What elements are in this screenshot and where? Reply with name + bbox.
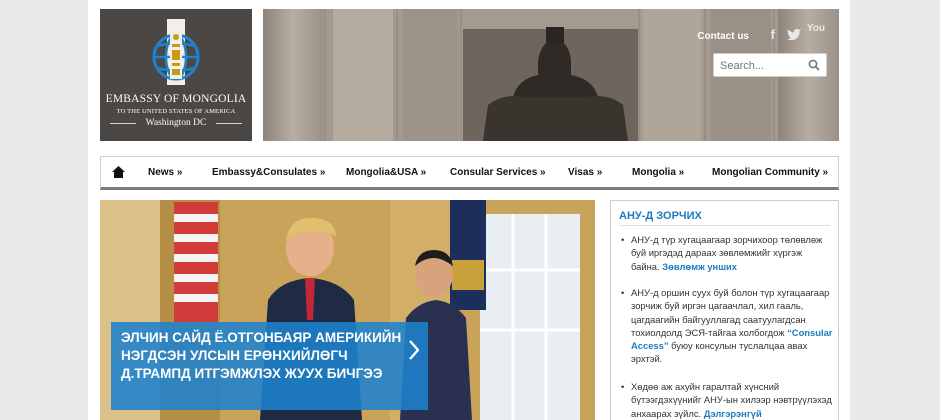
- logo-subtitle: TO THE UNITED STATES OF AMERICA: [116, 108, 236, 115]
- embassy-logo[interactable]: EMBASSY OF MONGOLIA TO THE UNITED STATES…: [100, 9, 252, 141]
- main-navigation: News » Embassy&Consulates » Mongolia&USA…: [100, 156, 839, 190]
- home-icon[interactable]: [112, 166, 125, 178]
- page-container: EMBASSY OF MONGOLIA TO THE UNITED STATES…: [88, 0, 850, 420]
- list-item: • АНУ-д түр хугацаагаар зорчихоор төлөвл…: [621, 233, 833, 273]
- panel-divider: [619, 225, 830, 226]
- slider-caption-text: ЭЛЧИН САЙД Ё.ОТГОНБАЯР АМЕРИКИЙН НЭГДСЭН…: [121, 330, 402, 381]
- youtube-icon[interactable]: You: [807, 23, 825, 34]
- list-item-link[interactable]: Дэлгэрэнгүй: [704, 408, 762, 419]
- bullet-icon: •: [621, 287, 625, 298]
- list-item-link[interactable]: Зөвлөмж унших: [662, 261, 737, 272]
- nav-item-consular-services[interactable]: Consular Services »: [450, 167, 546, 178]
- logo-title: EMBASSY OF MONGOLIA: [105, 93, 247, 105]
- header-banner: Contact us f You: [263, 9, 839, 141]
- search-box[interactable]: [713, 53, 827, 77]
- bullet-icon: •: [621, 381, 625, 392]
- nav-item-visas[interactable]: Visas »: [568, 167, 602, 178]
- twitter-icon[interactable]: [787, 29, 801, 40]
- nav-item-mongolia[interactable]: Mongolia »: [632, 167, 684, 178]
- search-input[interactable]: [720, 57, 804, 74]
- list-item: • АНУ-д оршин суух буй болон түр хугацаа…: [621, 286, 833, 366]
- bullet-icon: •: [621, 234, 625, 245]
- soyombo-globe-emblem-icon: [152, 19, 200, 85]
- search-icon[interactable]: [808, 59, 820, 71]
- nav-item-embassy-consulates[interactable]: Embassy&Consulates »: [212, 167, 325, 178]
- travel-to-usa-panel: АНУ-Д ЗОРЧИХ • АНУ-д түр хугацаагаар зор…: [610, 200, 839, 420]
- nav-item-news[interactable]: News »: [148, 167, 182, 178]
- contact-us-link[interactable]: Contact us: [697, 31, 749, 42]
- list-item: • Хөдөө аж ахуйн гаралтай хүнсний бүтээг…: [621, 380, 833, 420]
- panel-title: АНУ-Д ЗОРЧИХ: [619, 210, 702, 222]
- logo-location: Washington DC: [145, 118, 207, 128]
- chevron-right-icon[interactable]: [409, 340, 419, 360]
- nav-item-mongolia-usa[interactable]: Mongolia&USA »: [346, 167, 426, 178]
- nav-item-mongolian-community[interactable]: Mongolian Community »: [712, 167, 828, 178]
- slider-caption[interactable]: ЭЛЧИН САЙД Ё.ОТГОНБАЯР АМЕРИКИЙН НЭГДСЭН…: [111, 322, 428, 410]
- facebook-icon[interactable]: f: [771, 27, 775, 42]
